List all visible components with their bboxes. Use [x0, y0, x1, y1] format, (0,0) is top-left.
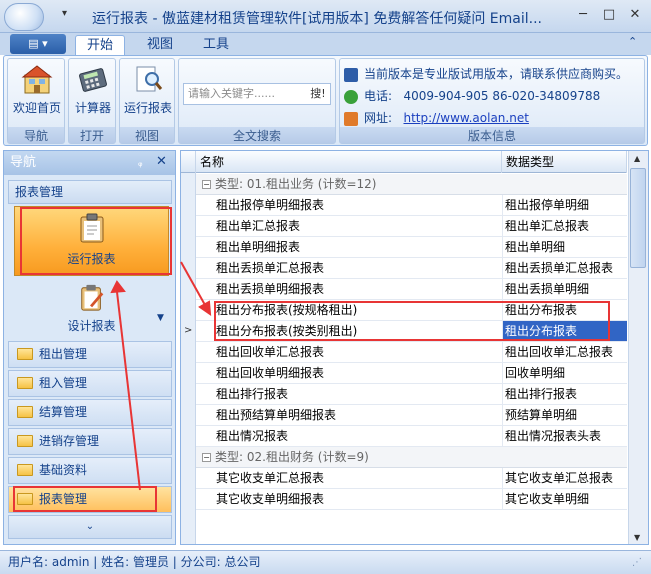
status-bar: 用户名: admin | 姓名: 管理员 | 分公司: 总公司 — [0, 550, 651, 574]
annotation-arrow-up — [116, 291, 141, 491]
annotation-arrowhead-up — [110, 280, 126, 294]
annotation-arrow-right — [180, 261, 206, 306]
annotation-arrowhead-right — [198, 300, 212, 317]
annotation-arrows — [110, 261, 212, 491]
resize-grip-icon[interactable]: ⋰ — [632, 557, 642, 568]
